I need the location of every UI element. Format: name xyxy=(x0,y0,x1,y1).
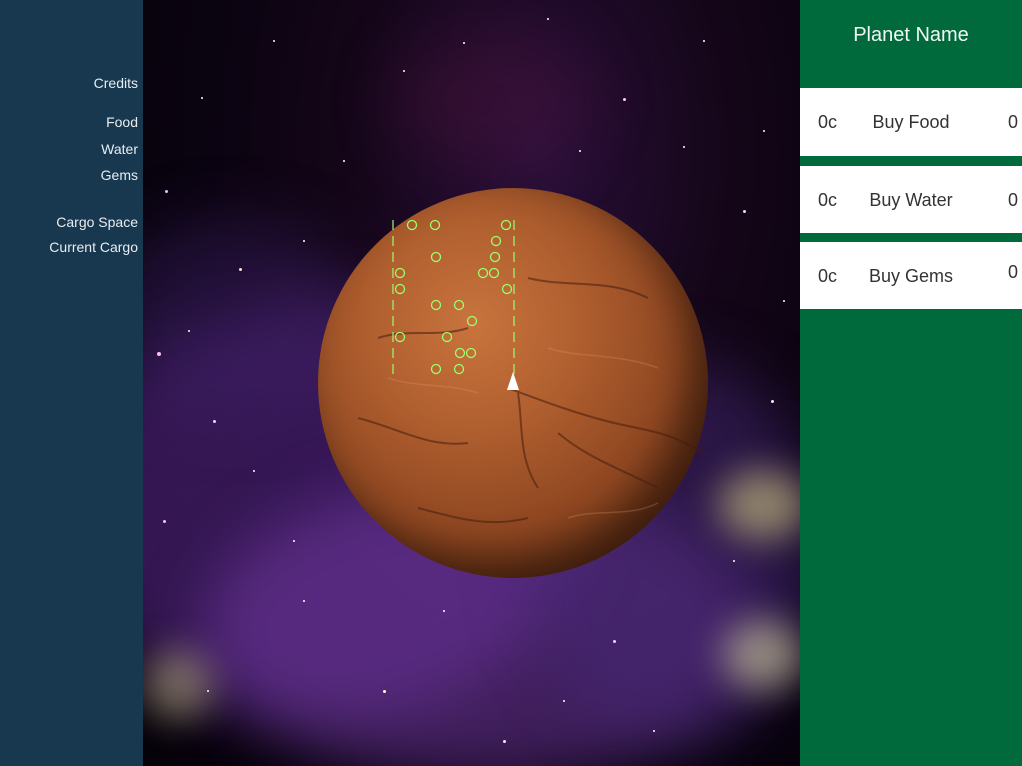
space-view[interactable] xyxy=(143,0,800,766)
gems-label: Gems xyxy=(100,167,138,183)
planet-name-title: Planet Name xyxy=(853,24,969,46)
stats-panel: Credits 1000 Food 0 Water 0 Gems 0 Cargo… xyxy=(0,0,175,766)
food-label: Food xyxy=(106,114,138,130)
buy-gems-button[interactable]: 0c Buy Gems 0 xyxy=(800,242,1022,309)
buy-gems-label: Buy Gems xyxy=(868,266,954,286)
buy-water-button[interactable]: 0c Buy Water 0 xyxy=(800,166,1022,233)
trade-panel: Planet Name 0c Buy Food 0 0c Buy Water 0… xyxy=(800,0,1022,766)
current-cargo-label: Current Cargo xyxy=(49,239,138,255)
cargo-space-label: Cargo Space xyxy=(56,214,138,230)
buy-food-qty: 0 xyxy=(1008,112,1019,132)
water-label: Water xyxy=(101,141,138,157)
buy-food-button[interactable]: 0c Buy Food 0 xyxy=(800,88,1022,156)
buy-gems-qty: 0 xyxy=(1008,262,1019,282)
buy-water-label: Buy Water xyxy=(869,190,953,210)
buy-water-qty: 0 xyxy=(1008,190,1019,210)
ship-triangle-icon[interactable] xyxy=(505,372,521,390)
credits-label: Credits xyxy=(93,75,138,91)
resource-ring-icon xyxy=(394,219,513,375)
game-screen: Credits 1000 Food 0 Water 0 Gems 0 Cargo… xyxy=(0,0,1022,766)
scan-overlay xyxy=(392,219,515,378)
buy-food-label: Buy Food xyxy=(872,112,950,132)
